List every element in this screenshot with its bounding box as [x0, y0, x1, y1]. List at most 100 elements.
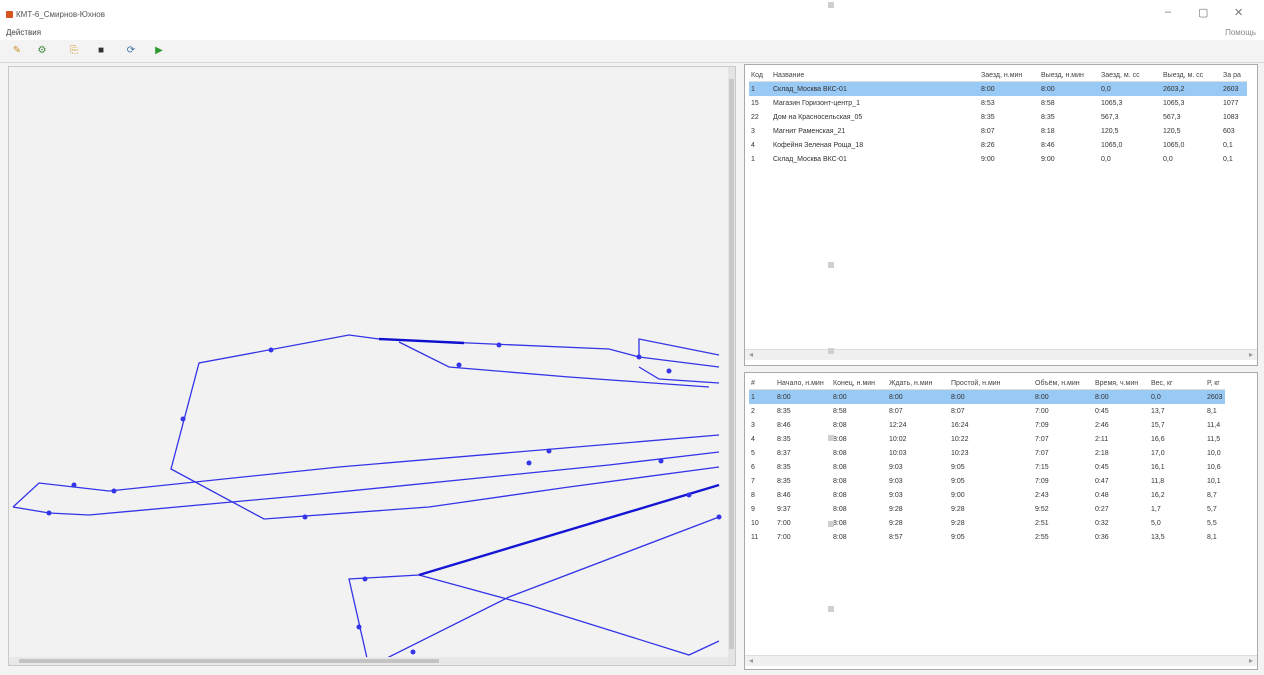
scroll-right-icon[interactable]: ▸ [1249, 350, 1253, 359]
segments-grid-panel: # Начало, н.мин Конец, н.мин Ждать, н.ми… [744, 372, 1258, 670]
table-cell: Дом на Красносельская_05 [773, 113, 863, 121]
table-cell: 0,1 [1223, 155, 1233, 163]
table-row[interactable]: 7 8:35 8:08 9:03 9:05 7:09 0:47 11,8 10,1 [749, 474, 1225, 488]
map-horizontal-scrollbar[interactable] [9, 657, 728, 665]
table-cell: 8:07 [981, 127, 995, 135]
toolbar: ✎ ⚙ ⎘ ■ ⟳ ▶ [0, 40, 1264, 63]
table-cell: 8:08 [833, 519, 847, 527]
table-row[interactable]: 15 Магазин Горизонт-центр_1 8:53 8:58 1065,3… [749, 96, 1247, 110]
map-vertical-scrollbar[interactable] [728, 67, 735, 665]
table-cell: 8:00 [831, 389, 887, 404]
settings-icon[interactable]: ⚙ [35, 44, 49, 57]
stops-table: Код Название Заезд, н.мин Выезд, н.мин З… [749, 69, 1247, 166]
scroll-right-icon[interactable]: ▸ [1249, 656, 1253, 665]
table-row[interactable]: 6 8:35 8:08 9:03 9:05 7:15 0:45 16,1 10,6 [749, 460, 1225, 474]
col-name[interactable]: Название [771, 69, 979, 82]
table-cell: 8:07 [951, 407, 965, 415]
map-horizontal-scroll-thumb[interactable] [19, 659, 439, 663]
maximize-button[interactable]: ▢ [1198, 6, 1208, 19]
col-extra[interactable]: За ра [1221, 69, 1247, 82]
stops-horizontal-scrollbar[interactable]: ◂ ▸ [745, 349, 1257, 360]
col-wait[interactable]: Ждать, н.мин [887, 377, 949, 390]
copy-icon[interactable]: ⎘ [67, 44, 81, 57]
table-cell: 8:07 [889, 407, 903, 415]
col-idle[interactable]: Простой, н.мин [949, 377, 1033, 390]
table-cell: 8:46 [777, 421, 791, 429]
table-cell: 603 [1223, 127, 1235, 135]
minimize-button[interactable]: – [1165, 6, 1171, 18]
table-cell: 7:00 [1035, 407, 1049, 415]
table-row[interactable]: 9 9:37 8:08 9:28 9:28 9:52 0:27 1,7 5,7 [749, 502, 1225, 516]
table-cell: 1065,0 [1101, 141, 1123, 149]
table-cell: 8:08 [833, 491, 847, 499]
col-end[interactable]: Конец, н.мин [831, 377, 887, 390]
table-cell: 120,5 [1101, 127, 1119, 135]
segments-horizontal-scrollbar[interactable]: ◂ ▸ [745, 655, 1257, 666]
table-cell: 1 [751, 155, 755, 163]
col-arrive-sec[interactable]: Заезд, м. сс [1099, 69, 1161, 82]
table-row[interactable]: 5 8:37 8:08 10:03 10:23 7:07 2:18 17,0 10,0 [749, 446, 1225, 460]
table-row[interactable]: 1 Склад_Москва ВКС-01 8:00 8:00 0,0 2603,2 260… [749, 81, 1247, 96]
table-row[interactable]: 4 Кофейня Зеленая Роща_18 8:26 8:46 1065,0 10… [749, 138, 1247, 152]
table-cell: 4 [751, 435, 755, 443]
open-icon[interactable]: ✎ [10, 44, 24, 57]
refresh-icon[interactable]: ⟳ [124, 44, 138, 57]
table-cell: 16,6 [1151, 435, 1165, 443]
table-row[interactable]: 3 Магнит Раменская_21 8:07 8:18 120,5 120,5 60… [749, 124, 1247, 138]
table-row[interactable]: 1 Склад_Москва ВКС-01 9:00 9:00 0,0 0,0 0,1 [749, 152, 1247, 166]
save-icon[interactable]: ■ [94, 44, 108, 57]
table-cell: 11,8 [1151, 477, 1165, 485]
table-row[interactable]: 3 8:46 8:08 12:24 16:24 7:09 2:46 15,7 11,4 [749, 418, 1225, 432]
col-start[interactable]: Начало, н.мин [775, 377, 831, 390]
table-cell: 2603 [1221, 81, 1247, 96]
table-cell: Магнит Раменская_21 [773, 127, 846, 135]
col-depart[interactable]: Выезд, н.мин [1039, 69, 1099, 82]
col-num[interactable]: # [749, 377, 775, 390]
grid-marker [828, 435, 834, 441]
grid-marker [828, 348, 834, 354]
table-row[interactable]: 11 7:00 8:08 8:57 9:05 2:55 0:36 13,5 8,1 [749, 530, 1225, 544]
menu-help[interactable]: Помощь [1225, 28, 1256, 37]
table-cell: 8:46 [1041, 141, 1055, 149]
run-icon[interactable]: ▶ [152, 44, 166, 57]
table-row[interactable]: 2 8:35 8:58 8:07 8:07 7:00 0:45 13,7 8,1 [749, 404, 1225, 418]
table-cell: 567,3 [1101, 113, 1119, 121]
table-cell: 10:22 [951, 435, 969, 443]
col-arrive[interactable]: Заезд, н.мин [979, 69, 1039, 82]
table-cell: 8:08 [833, 463, 847, 471]
scroll-left-icon[interactable]: ◂ [749, 350, 753, 359]
table-cell: 8:08 [833, 505, 847, 513]
table-row[interactable]: 4 8:35 8:08 10:02 10:22 7:07 2:11 16,6 11,5 [749, 432, 1225, 446]
scroll-left-icon[interactable]: ◂ [749, 656, 753, 665]
table-cell: 11 [751, 533, 759, 541]
table-row[interactable]: 1 8:00 8:00 8:00 8:00 8:00 8:00 0,0 2603 [749, 389, 1225, 404]
table-row[interactable]: 10 7:00 8:08 9:28 9:28 2:51 0:32 5,0 5,5 [749, 516, 1225, 530]
col-time[interactable]: Время, ч.мин [1093, 377, 1149, 390]
col-volume[interactable]: Объём, н.мин [1033, 377, 1093, 390]
table-cell: 2 [751, 407, 755, 415]
col-weight[interactable]: Вес, кг [1149, 377, 1205, 390]
table-cell: 8:35 [981, 113, 995, 121]
route-map-canvas[interactable] [8, 66, 736, 666]
close-button[interactable]: ✕ [1234, 6, 1243, 19]
table-cell: 5,5 [1207, 519, 1217, 527]
col-load[interactable]: Р, кг [1205, 377, 1225, 390]
table-cell: 8:35 [777, 407, 791, 415]
table-cell: 9:28 [951, 519, 965, 527]
table-row[interactable]: 8 8:46 8:08 9:03 9:00 2:43 0:48 16,2 8,7 [749, 488, 1225, 502]
table-cell: 0:48 [1095, 491, 1109, 499]
table-cell: 10,6 [1207, 463, 1221, 471]
table-cell: 8:35 [777, 435, 791, 443]
table-cell: 1077 [1223, 99, 1239, 107]
col-code[interactable]: Код [749, 69, 771, 82]
table-cell: 2:55 [1035, 533, 1049, 541]
col-depart-sec[interactable]: Выезд, м. сс [1161, 69, 1221, 82]
table-cell: 8:35 [777, 463, 791, 471]
map-vertical-scroll-thumb[interactable] [729, 79, 734, 649]
menu-actions[interactable]: Действия [6, 28, 41, 37]
table-cell: Магазин Горизонт-центр_1 [773, 99, 860, 107]
table-cell: 10,0 [1207, 449, 1221, 457]
table-row[interactable]: 22 Дом на Красносельская_05 8:35 8:35 567,3 5… [749, 110, 1247, 124]
table-cell: 9:37 [777, 505, 791, 513]
table-cell: 0,0 [1163, 155, 1173, 163]
